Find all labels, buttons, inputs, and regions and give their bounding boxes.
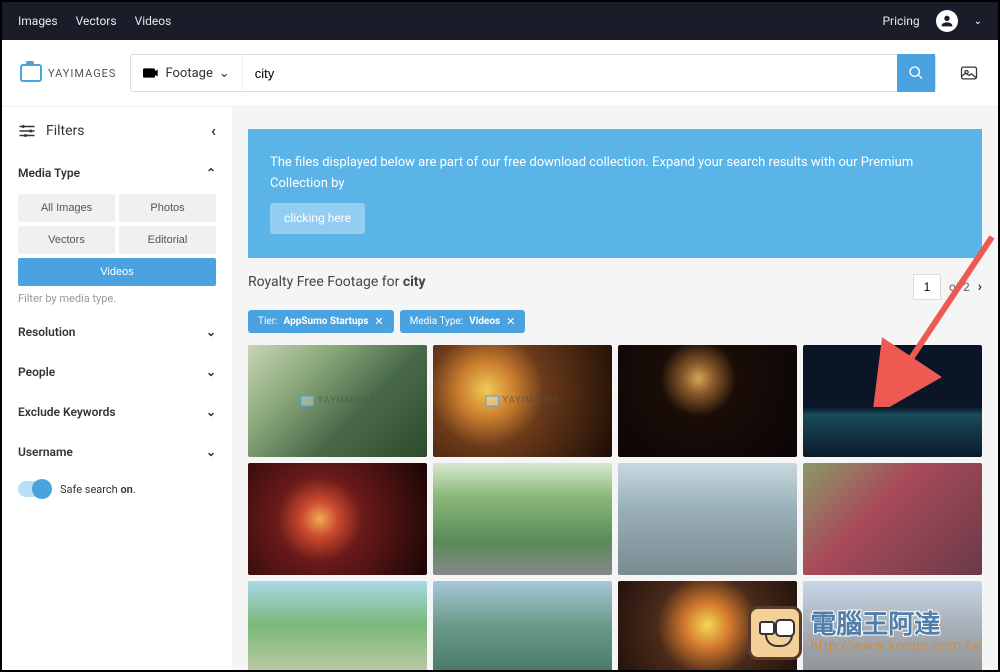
filter-exclude-head[interactable]: Exclude Keywords ⌄ xyxy=(18,399,216,425)
watermark-logo: YAYIMAGES xyxy=(300,395,376,406)
search-icon xyxy=(908,65,924,81)
thumbnail[interactable] xyxy=(433,581,612,670)
thumbnail[interactable]: YAYIMAGES xyxy=(433,345,612,457)
search-bar-row: YAYIMAGES Footage ⌄ xyxy=(2,40,998,107)
logo[interactable]: YAYIMAGES xyxy=(20,64,116,82)
thumbnail[interactable] xyxy=(803,345,982,457)
thumbnail[interactable] xyxy=(618,345,797,457)
search-type-dropdown[interactable]: Footage ⌄ xyxy=(131,55,242,91)
chevron-down-icon: ⌄ xyxy=(206,445,216,459)
thumbnail[interactable] xyxy=(433,463,612,575)
thumbnail[interactable] xyxy=(618,463,797,575)
filter-exclude-keywords: Exclude Keywords ⌄ xyxy=(18,399,216,425)
filters-title: Filters xyxy=(18,123,85,139)
page-current-input[interactable] xyxy=(913,274,941,300)
topnav-right: Pricing ⌄ xyxy=(882,10,982,32)
chevron-down-icon: ⌄ xyxy=(219,66,230,81)
results-content: The files displayed below are part of ou… xyxy=(232,107,998,670)
results-title-prefix: Royalty Free Footage for xyxy=(248,274,403,290)
safe-search-label: Safe search on. xyxy=(60,483,136,496)
sliders-icon xyxy=(18,124,36,138)
banner-cta-button[interactable]: clicking here xyxy=(270,203,365,234)
banner-text: The files displayed below are part of ou… xyxy=(270,155,913,191)
filters-header: Filters ‹ xyxy=(18,121,216,140)
search-type-label: Footage xyxy=(165,66,212,81)
filters-title-text: Filters xyxy=(46,123,85,139)
filter-people: People ⌄ xyxy=(18,359,216,385)
filter-media-type-head[interactable]: Media Type ⌃ xyxy=(18,160,216,186)
chevron-down-icon: ⌄ xyxy=(206,405,216,419)
active-filter-chips: Tier: AppSumo Startups ✕ Media Type: Video… xyxy=(232,310,998,333)
chip-media-type[interactable]: Media Type: Videos ✕ xyxy=(400,310,526,333)
chevron-up-icon: ⌃ xyxy=(206,166,216,180)
results-query: city xyxy=(403,274,426,290)
main-area: Filters ‹ Media Type ⌃ All Images Photos… xyxy=(2,107,998,670)
image-search-icon xyxy=(959,63,979,83)
top-navigation: Images Vectors Videos Pricing ⌄ xyxy=(2,2,998,40)
thumbnail[interactable] xyxy=(248,463,427,575)
safe-search-row: Safe search on. xyxy=(18,481,216,497)
chip-tier-value: AppSumo Startups xyxy=(284,316,369,327)
video-camera-icon xyxy=(143,66,159,80)
safe-search-prefix: Safe search xyxy=(60,483,120,496)
thumbnail-grid: YAYIMAGES YAYIMAGES xyxy=(232,345,998,670)
filter-username: Username ⌄ xyxy=(18,439,216,465)
chevron-down-icon: ⌄ xyxy=(206,365,216,379)
media-editorial[interactable]: Editorial xyxy=(119,226,216,254)
logo-text: YAYIMAGES xyxy=(48,67,116,80)
page-next-button[interactable]: › xyxy=(978,279,982,295)
thumbnail[interactable]: YAYIMAGES xyxy=(248,345,427,457)
premium-banner: The files displayed below are part of ou… xyxy=(248,129,982,258)
media-photos[interactable]: Photos xyxy=(119,194,216,222)
filter-media-type: Media Type ⌃ All Images Photos Vectors E… xyxy=(18,160,216,305)
media-type-hint: Filter by media type. xyxy=(18,292,216,305)
thumbnail[interactable] xyxy=(803,581,982,670)
chip-tier[interactable]: Tier: AppSumo Startups ✕ xyxy=(248,310,394,333)
nav-images[interactable]: Images xyxy=(18,14,58,28)
thumbnail[interactable] xyxy=(618,581,797,670)
media-videos[interactable]: Videos xyxy=(18,258,216,286)
chip-tier-remove-icon[interactable]: ✕ xyxy=(374,315,383,328)
thumbnail[interactable] xyxy=(803,463,982,575)
filter-people-head[interactable]: People ⌄ xyxy=(18,359,216,385)
safe-search-state: on xyxy=(120,483,132,496)
filter-resolution-head[interactable]: Resolution ⌄ xyxy=(18,319,216,345)
nav-pricing[interactable]: Pricing xyxy=(882,14,919,28)
user-menu-chevron-icon[interactable]: ⌄ xyxy=(974,16,982,27)
filter-people-title: People xyxy=(18,365,55,379)
safe-search-toggle[interactable] xyxy=(18,481,50,497)
filter-exclude-title: Exclude Keywords xyxy=(18,405,116,419)
media-vectors[interactable]: Vectors xyxy=(18,226,115,254)
chevron-down-icon: ⌄ xyxy=(206,325,216,339)
topnav-left: Images Vectors Videos xyxy=(18,14,171,28)
user-icon[interactable] xyxy=(936,10,958,32)
collapse-sidebar-button[interactable]: ‹ xyxy=(211,121,216,140)
search-input[interactable] xyxy=(243,55,897,91)
filter-resolution: Resolution ⌄ xyxy=(18,319,216,345)
thumbnail[interactable] xyxy=(248,581,427,670)
filter-username-head[interactable]: Username ⌄ xyxy=(18,439,216,465)
logo-camera-icon xyxy=(20,64,42,82)
chip-media-value: Videos xyxy=(469,316,500,327)
nav-videos[interactable]: Videos xyxy=(135,14,172,28)
media-type-options: All Images Photos Vectors Editorial Vide… xyxy=(18,194,216,286)
image-search-button[interactable] xyxy=(958,62,980,84)
nav-vectors[interactable]: Vectors xyxy=(76,14,117,28)
watermark-logo: YAYIMAGES xyxy=(485,395,561,406)
filter-media-type-title: Media Type xyxy=(18,166,80,180)
chip-media-label: Media Type: xyxy=(410,316,464,327)
search-bar: Footage ⌄ xyxy=(130,54,936,92)
media-all-images[interactable]: All Images xyxy=(18,194,115,222)
results-header: Royalty Free Footage for city of 2 › xyxy=(232,274,998,300)
results-title: Royalty Free Footage for city xyxy=(248,274,426,290)
search-button[interactable] xyxy=(897,54,935,92)
pagination: of 2 › xyxy=(913,274,982,300)
page-total: of 2 xyxy=(949,280,970,294)
filter-username-title: Username xyxy=(18,445,73,459)
chip-media-remove-icon[interactable]: ✕ xyxy=(506,315,515,328)
chip-tier-label: Tier: xyxy=(258,316,278,327)
filter-resolution-title: Resolution xyxy=(18,325,76,339)
filters-sidebar: Filters ‹ Media Type ⌃ All Images Photos… xyxy=(2,107,232,670)
